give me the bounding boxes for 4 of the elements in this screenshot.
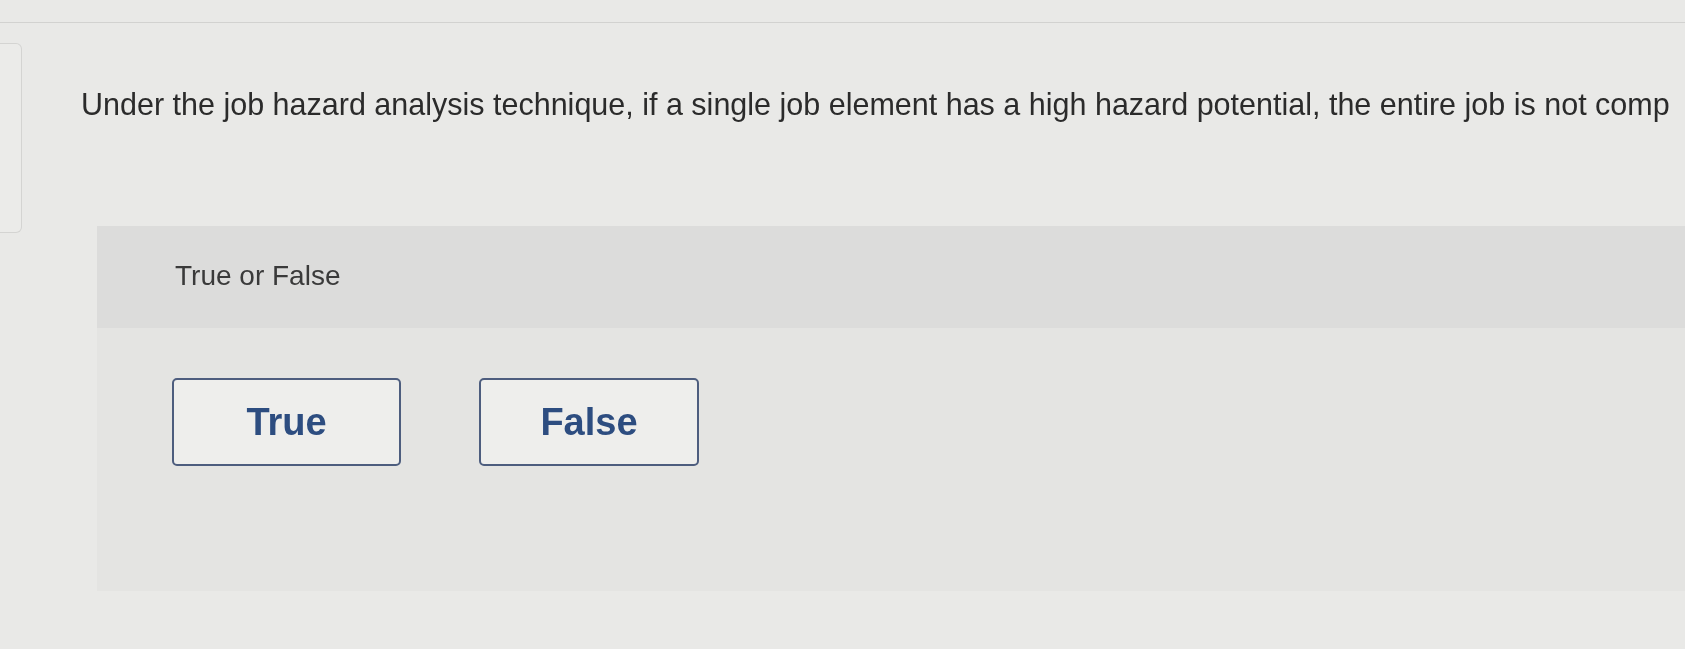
answer-button[interactable]: False (479, 378, 699, 466)
prompt-label: True or False (175, 260, 341, 292)
question-text: Under the job hazard analysis technique, if a single job element has a high hazard potential, the entire job is not comp (81, 86, 1670, 122)
answer-button[interactable]: True (172, 378, 401, 466)
